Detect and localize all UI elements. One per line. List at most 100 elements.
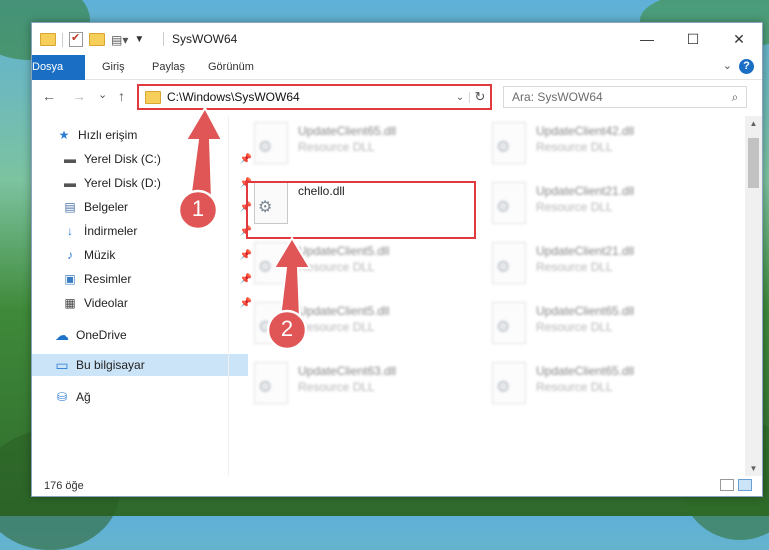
item-count: 176 öğe: [44, 480, 84, 492]
sidebar-item-network[interactable]: ⛁ Ağ: [32, 386, 248, 408]
sidebar-item-label: Yerel Disk (D:): [84, 176, 161, 190]
tab-paylas[interactable]: Paylaş: [152, 55, 185, 79]
sidebar-item-label: Resimler: [84, 272, 132, 286]
scroll-down-icon[interactable]: ▼: [745, 464, 762, 473]
sidebar-item-this-pc[interactable]: ▭ Bu bilgisayar: [32, 354, 248, 376]
highlight-box: [246, 181, 476, 239]
close-button[interactable]: ✕: [716, 23, 762, 55]
sidebar-item-label: Videolar: [84, 296, 128, 310]
sidebar-item-videos[interactable]: ▦ Videolar 📌: [32, 292, 256, 314]
dll-file-icon: [492, 362, 526, 404]
dll-file-icon: [492, 122, 526, 164]
file-tile[interactable]: UpdateClient5.dll Resource DLL: [232, 296, 457, 348]
sidebar-item-label: Müzik: [84, 248, 116, 262]
pane-divider[interactable]: [228, 116, 229, 476]
view-toggle: [720, 479, 752, 491]
back-button[interactable]: ←: [42, 88, 56, 104]
file-description: Resource DLL: [298, 320, 375, 334]
drive-icon: ▬: [64, 152, 76, 166]
file-tile[interactable]: UpdateClient5.dll Resource DLL: [232, 236, 457, 288]
vertical-scrollbar[interactable]: ▲ ▼: [745, 116, 762, 476]
address-path[interactable]: C:\Windows\SysWOW64: [167, 90, 451, 104]
file-name: UpdateClient42.dll: [536, 124, 635, 138]
sidebar-item-disk-c[interactable]: ▬ Yerel Disk (C:) 📌: [32, 148, 256, 170]
minimize-button[interactable]: —: [624, 23, 670, 55]
file-tile[interactable]: UpdateClient21.dll Resource DLL: [470, 236, 695, 288]
network-icon: ⛁: [56, 390, 68, 404]
sidebar-item-disk-d[interactable]: ▬ Yerel Disk (D:) 📌: [32, 172, 256, 194]
up-button[interactable]: ↑: [118, 88, 125, 104]
file-name: UpdateClient63.dll: [298, 364, 397, 378]
customize-toolbar-icon[interactable]: ▤▾: [111, 33, 128, 47]
music-icon: ♪: [67, 248, 73, 262]
file-description: Resource DLL: [536, 200, 613, 214]
window-title: SysWOW64: [172, 32, 238, 46]
download-icon: ↓: [67, 224, 73, 238]
address-bar[interactable]: C:\Windows\SysWOW64 ⌄ ↻: [137, 84, 492, 110]
scroll-thumb[interactable]: [748, 138, 759, 188]
file-tile[interactable]: UpdateClient65.dll Resource DLL: [470, 296, 695, 348]
toolbar-dropdown-icon[interactable]: ▼: [134, 34, 144, 45]
file-description: Resource DLL: [536, 140, 613, 154]
address-dropdown-icon[interactable]: ⌄: [451, 91, 470, 103]
search-input[interactable]: Ara: SysWOW64: [512, 90, 724, 104]
sidebar-item-label: İndirmeler: [84, 224, 138, 238]
sidebar-item-quick-access[interactable]: ★ Hızlı erişim: [32, 124, 250, 146]
new-folder-icon[interactable]: [89, 33, 105, 46]
file-tile[interactable]: UpdateClient21.dll Resource DLL: [470, 176, 695, 228]
separator: [163, 32, 164, 46]
drive-icon: ▬: [64, 176, 76, 190]
document-icon: ▤: [64, 200, 76, 214]
sidebar-item-pictures[interactable]: ▣ Resimler 📌: [32, 268, 256, 290]
file-tile[interactable]: UpdateClient42.dll Resource DLL: [470, 116, 695, 168]
details-view-icon[interactable]: [720, 479, 734, 491]
tab-gorunum[interactable]: Görünüm: [208, 55, 254, 79]
file-description: Resource DLL: [298, 140, 375, 154]
title-bar[interactable]: ▤▾ ▼ SysWOW64 — ☐ ✕: [32, 23, 762, 55]
file-description: Resource DLL: [536, 260, 613, 274]
search-icon[interactable]: ⌕: [724, 90, 746, 105]
sidebar-item-label: Yerel Disk (C:): [84, 152, 161, 166]
forward-button[interactable]: →: [72, 88, 86, 104]
help-button[interactable]: ?: [739, 59, 754, 74]
file-name: UpdateClient21.dll: [536, 244, 635, 258]
file-description: Resource DLL: [298, 380, 375, 394]
file-tile[interactable]: UpdateClient65.dll Resource DLL: [470, 356, 695, 408]
tab-giris[interactable]: Giriş: [102, 55, 125, 79]
navigation-bar: ← → ⌄ ↑ C:\Windows\SysWOW64 ⌄ ↻ Ara: Sys…: [32, 80, 762, 114]
sidebar-item-downloads[interactable]: ↓ İndirmeler 📌: [32, 220, 256, 242]
file-list: UpdateClient65.dll Resource DLL UpdateCli…: [232, 116, 742, 476]
folder-icon: [40, 33, 56, 46]
file-description: Resource DLL: [536, 320, 613, 334]
maximize-button[interactable]: ☐: [670, 23, 716, 55]
file-name: UpdateClient5.dll: [298, 304, 390, 318]
dll-file-icon: [254, 122, 288, 164]
file-tile[interactable]: UpdateClient63.dll Resource DLL: [232, 356, 457, 408]
file-name: UpdateClient65.dll: [298, 124, 397, 138]
tiles-view-icon[interactable]: [738, 479, 752, 491]
search-box[interactable]: Ara: SysWOW64 ⌕: [503, 86, 747, 108]
properties-icon[interactable]: [69, 31, 83, 47]
file-name: UpdateClient5.dll: [298, 244, 390, 258]
refresh-icon[interactable]: ↻: [470, 89, 490, 105]
quick-access-toolbar: ▤▾ ▼: [40, 31, 144, 47]
file-name: UpdateClient65.dll: [536, 364, 635, 378]
file-tile[interactable]: UpdateClient65.dll Resource DLL: [232, 116, 457, 168]
badge-1-label: 1: [191, 196, 205, 221]
sidebar-item-label: Hızlı erişim: [78, 128, 138, 142]
sidebar-item-documents[interactable]: ▤ Belgeler 📌: [32, 196, 256, 218]
cloud-icon: ☁: [55, 327, 69, 343]
sidebar-item-music[interactable]: ♪ Müzik 📌: [32, 244, 256, 266]
recent-locations-button[interactable]: ⌄: [98, 88, 107, 101]
computer-icon: ▭: [55, 357, 69, 373]
folder-icon: [145, 90, 161, 104]
star-icon: ★: [58, 128, 70, 142]
dll-file-icon: [492, 302, 526, 344]
sidebar-item-onedrive[interactable]: ☁ OneDrive: [32, 324, 248, 346]
sidebar-item-label: Ağ: [76, 390, 91, 404]
scroll-up-icon[interactable]: ▲: [745, 119, 762, 128]
expand-ribbon-icon[interactable]: ⌄: [723, 59, 732, 72]
file-description: Resource DLL: [298, 260, 375, 274]
dll-file-icon: [492, 242, 526, 284]
dll-file-icon: [254, 242, 288, 284]
